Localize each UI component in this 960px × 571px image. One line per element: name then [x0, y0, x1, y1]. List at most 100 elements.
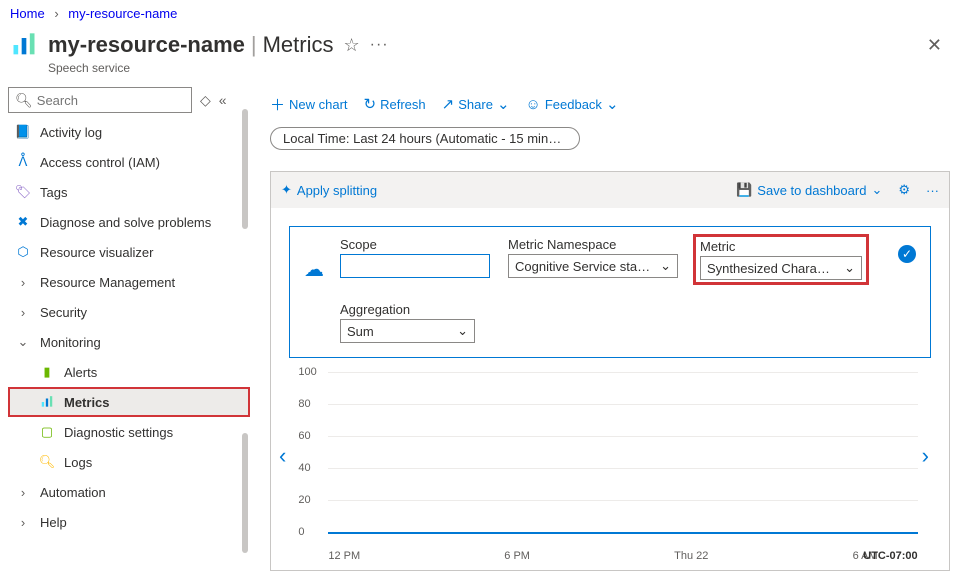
scroll-left-button[interactable]: ‹ — [277, 443, 288, 469]
search-icon: 🔍︎ — [15, 92, 33, 109]
sidebar-item-metrics[interactable]: Metrics — [8, 387, 250, 417]
chevron-right-icon: › — [54, 6, 58, 21]
share-icon: ↗ — [442, 95, 455, 113]
toolbar-label: Share — [458, 97, 493, 112]
y-tick-label: 60 — [298, 430, 310, 442]
apply-splitting-button[interactable]: ✦Apply splitting — [281, 182, 377, 198]
sidebar-group-monitoring[interactable]: ⌄Monitoring — [8, 327, 250, 357]
toolbar-label: Refresh — [380, 97, 426, 112]
new-chart-button[interactable]: ＋New chart — [270, 94, 348, 115]
y-tick-label: 0 — [298, 526, 304, 538]
sidebar-group-resource-management[interactable]: › Resource Management — [8, 267, 250, 297]
logs-icon: 🔍︎ — [38, 454, 56, 470]
more-icon: ··· — [926, 183, 939, 198]
y-tick-label: 100 — [298, 366, 316, 378]
sidebar-item-tags[interactable]: 🏷Tags — [8, 177, 250, 207]
sidebar-item-access-control[interactable]: ᐰ Access control (IAM) — [8, 147, 250, 177]
scope-select[interactable] — [340, 254, 490, 278]
metric-select[interactable]: Synthesized Characters ⌄ — [700, 256, 862, 280]
sidebar-item-diagnose[interactable]: ✖ Diagnose and solve problems — [8, 207, 250, 237]
scrollbar-thumb[interactable] — [242, 109, 248, 229]
chevron-down-icon: ⌄ — [457, 323, 468, 339]
feedback-button[interactable]: ☺Feedback⌄ — [526, 95, 619, 113]
scrollbar-thumb[interactable] — [242, 433, 248, 553]
chevron-down-icon: ⌄ — [660, 258, 671, 274]
x-axis-labels: 12 PM6 PMThu 226 AM — [328, 550, 877, 562]
chevron-right-icon: › — [14, 275, 32, 290]
settings-button[interactable]: ⚙ — [898, 182, 910, 198]
sidebar-item-logs[interactable]: 🔍︎ Logs — [8, 447, 250, 477]
smile-icon: ☺ — [526, 96, 541, 113]
gridline — [328, 436, 917, 437]
aggregation-select[interactable]: Sum ⌄ — [340, 319, 475, 343]
chevron-down-icon: ⌄ — [844, 260, 855, 276]
field-value: Sum — [347, 324, 374, 339]
sidebar-group-automation[interactable]: ›Automation — [8, 477, 250, 507]
metrics-icon — [10, 31, 38, 59]
sidebar-item-resource-visualizer[interactable]: ⬡ Resource visualizer — [8, 237, 250, 267]
gridline — [328, 372, 917, 373]
sidebar-item-label: Monitoring — [40, 335, 101, 350]
card-toolbar-label: Apply splitting — [297, 183, 377, 198]
aggregation-label: Aggregation — [340, 302, 475, 317]
gridline — [328, 468, 917, 469]
sidebar-item-alerts[interactable]: ▮Alerts — [8, 357, 250, 387]
sidebar-item-label: Logs — [64, 455, 92, 470]
chevron-down-icon: ⌄ — [871, 182, 882, 198]
chevron-down-icon: ⌄ — [497, 95, 510, 113]
sidebar-nav: 📘Activity log ᐰ Access control (IAM) 🏷Tag… — [8, 117, 250, 537]
search-input[interactable]: 🔍︎ — [8, 87, 192, 113]
sidebar-item-label: Resource Management — [40, 275, 175, 290]
sidebar-item-label: Activity log — [40, 125, 102, 140]
namespace-select[interactable]: Cognitive Service sta… ⌄ — [508, 254, 678, 278]
sidebar-item-label: Access control (IAM) — [40, 155, 160, 170]
page-subtitle: Speech service — [0, 61, 960, 83]
content: ＋New chart ↻Refresh ↗Share ⌄ ☺ Feedback ⌄ L… — [250, 83, 960, 553]
scope-label: Scope — [340, 237, 490, 252]
toolbar-label: Feedback — [545, 97, 602, 112]
iam-icon: ᐰ — [14, 154, 32, 170]
refresh-icon: ↻ — [364, 95, 377, 113]
share-button[interactable]: ↗Share ⌄ — [442, 95, 510, 113]
metric-label: Metric — [700, 239, 862, 254]
y-tick-label: 20 — [298, 494, 310, 506]
series-line — [328, 532, 917, 534]
collapse-sidebar-icon[interactable]: « — [219, 92, 227, 108]
sidebar-item-label: Resource visualizer — [40, 245, 153, 260]
sidebar-item-label: Diagnostic settings — [64, 425, 173, 440]
sidebar-item-label: Help — [40, 515, 67, 530]
favorite-star-icon[interactable]: ☆ — [343, 35, 359, 56]
alerts-icon: ▮ — [38, 364, 56, 380]
sidebar: 🔍︎ ◇ « 📘Activity log ᐰ Access control (IA… — [0, 83, 250, 553]
sidebar-item-label: Tags — [40, 185, 67, 200]
namespace-label: Metric Namespace — [508, 237, 678, 252]
sidebar-item-activity-log[interactable]: 📘Activity log — [8, 117, 250, 147]
sidebar-group-help[interactable]: › Help — [8, 507, 250, 537]
breadcrumb-home[interactable]: Home — [10, 6, 45, 21]
diagnose-icon: ✖ — [14, 214, 32, 230]
expand-icon[interactable]: ◇ — [200, 92, 211, 109]
breadcrumb-resource[interactable]: my-resource-name — [68, 6, 177, 21]
time-range-pill[interactable]: Local Time: Last 24 hours (Automatic - 1… — [270, 127, 580, 150]
more-icon[interactable]: ··· — [370, 36, 389, 54]
refresh-button[interactable]: ↻Refresh — [364, 95, 426, 113]
field-value: Cognitive Service sta… — [515, 259, 650, 274]
cloud-icon: ☁ — [304, 257, 324, 282]
gridline — [328, 404, 917, 405]
save-to-dashboard-button[interactable]: 💾Save to dashboard⌄ — [736, 182, 882, 198]
sidebar-item-label: Metrics — [64, 395, 110, 410]
sidebar-group-security[interactable]: ›Security — [8, 297, 250, 327]
close-icon[interactable]: ✕ — [927, 35, 942, 56]
card-more-button[interactable]: ··· — [926, 183, 939, 198]
sidebar-item-diagnostic-settings[interactable]: ▢Diagnostic settings — [8, 417, 250, 447]
scroll-right-button[interactable]: › — [920, 443, 931, 469]
sidebar-item-label: Diagnose and solve problems — [40, 215, 211, 230]
y-tick-label: 80 — [298, 398, 310, 410]
x-tick-label: 6 PM — [504, 550, 530, 562]
chevron-right-icon: › — [14, 515, 32, 530]
field-value: Synthesized Characters — [707, 261, 836, 276]
visualizer-icon: ⬡ — [14, 244, 32, 260]
card-toolbar-label: Save to dashboard — [757, 183, 866, 198]
x-tick-label: Thu 22 — [674, 550, 708, 562]
metrics-icon — [38, 395, 56, 409]
